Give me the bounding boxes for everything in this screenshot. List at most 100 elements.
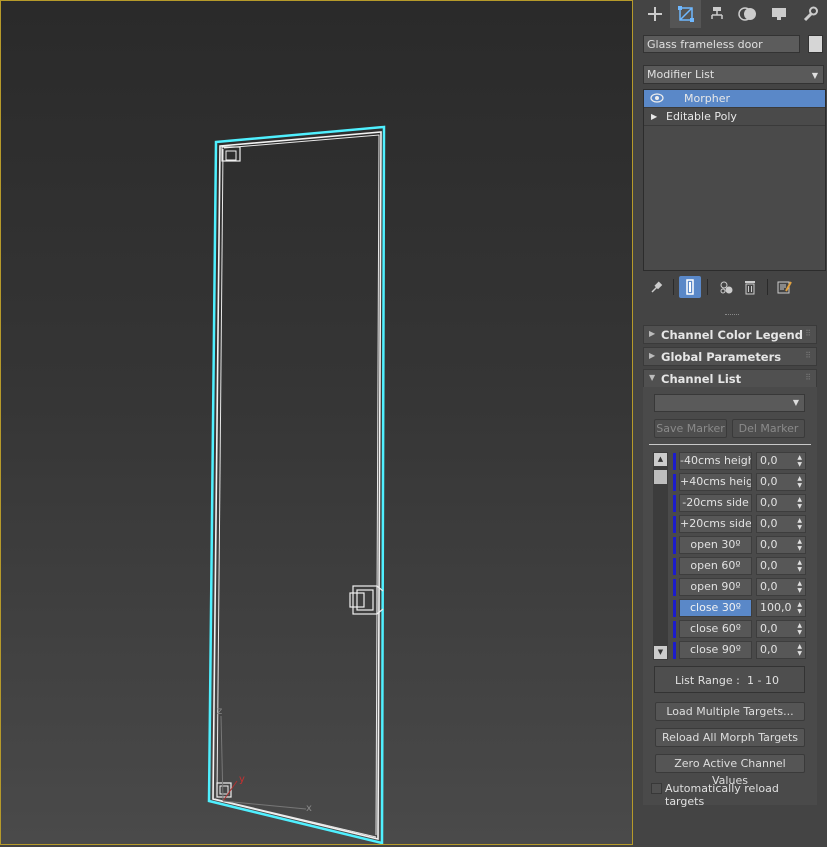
channel-name-button[interactable]: -20cms side [679,494,752,512]
object-color-swatch[interactable] [808,35,823,53]
tab-display[interactable] [763,0,794,28]
configure-modifier-sets-button[interactable] [773,276,795,298]
bottom-hinge [216,782,232,798]
marker-dropdown[interactable]: ▼ [654,394,805,412]
spinner-arrows-icon[interactable]: ▲ ▼ [797,538,802,552]
stack-item-editable-poly[interactable]: ▶ Editable Poly [644,108,825,126]
load-multiple-targets-button[interactable]: Load Multiple Targets... [655,702,805,721]
channel-value: 0,0 [760,454,778,467]
channel-name-button[interactable]: open 30º [679,536,752,554]
channel-color-bar [673,642,676,659]
channel-list-body: ▼ Save Marker Del Marker ▲ ▼ -40cms heig… [643,387,817,808]
collapse-triangle-icon: ▼ [649,373,656,382]
channel-row: open 30º 0,0 ▲ ▼ [673,536,809,554]
channel-row: close 60º 0,0 ▲ ▼ [673,620,809,638]
channel-color-bar [673,495,676,512]
channel-row: +20cms side 0,0 ▲ ▼ [673,515,809,533]
channel-name-button[interactable]: open 90º [679,578,752,596]
channel-row: open 90º 0,0 ▲ ▼ [673,578,809,596]
channel-name-button[interactable]: open 60º [679,557,752,575]
auto-reload-checkbox[interactable] [651,783,662,794]
rollout-channel-color-legend[interactable]: ▶ Channel Color Legend ⠿ [643,325,817,344]
panel-grip[interactable] [725,314,739,318]
channel-color-bar [673,600,676,617]
rollout-channel-list[interactable]: ▼ Channel List ⠿ [643,369,817,388]
object-name-field[interactable]: Glass frameless door [643,35,800,53]
channel-list: ▲ ▼ -40cms height 0,0▲▼ +40cms height 0,… [653,450,809,662]
zero-active-channel-values-button[interactable]: Zero Active Channel Values [655,754,805,787]
channel-value-spinner[interactable]: 0,0 ▲ ▼ [756,578,806,596]
spinner-arrows-icon[interactable]: ▲ ▼ [797,622,802,636]
channel-value: 0,0 [760,475,778,488]
channel-name-button[interactable]: +40cms height [679,473,752,491]
tab-modify[interactable] [670,0,701,28]
expand-triangle-icon[interactable]: ▶ [651,108,657,125]
scroll-down-icon[interactable]: ▼ [654,646,667,659]
x-axis-label: x [306,803,312,814]
channel-scrollbar[interactable]: ▲ ▼ [653,452,668,660]
spinner-arrows-icon[interactable]: ▲ ▼ [797,517,802,531]
expand-triangle-icon: ▶ [649,351,656,360]
channel-name-button[interactable]: -40cms height [679,452,752,470]
spinner-arrows-icon[interactable]: ▲ ▼ [797,643,802,657]
spinner-arrows-icon[interactable]: ▲ ▼ [797,601,802,615]
expand-triangle-icon: ▶ [649,329,656,338]
channel-color-bar [673,453,676,470]
remove-modifier-button[interactable] [739,276,761,298]
tab-create[interactable] [639,0,670,28]
spinner-arrows-icon[interactable]: ▲ ▼ [797,580,802,594]
rollout-global-parameters[interactable]: ▶ Global Parameters ⠿ [643,347,817,366]
channel-name-button[interactable]: close 60º [679,620,752,638]
plus-icon [647,7,662,21]
scroll-up-icon[interactable]: ▲ [654,453,667,466]
channel-value-spinner[interactable]: 0,0 ▲ ▼ [756,494,806,512]
channel-value-spinner[interactable]: 0,0 ▲ ▼ [756,557,806,575]
channel-value-spinner[interactable]: 0,0 ▲ ▼ [756,620,806,638]
channel-value-spinner[interactable]: 100,0 ▲ ▼ [756,599,806,617]
modifier-list-dropdown[interactable]: Modifier List ▼ [643,65,824,84]
channel-value-spinner[interactable]: 0,0 ▲ ▼ [756,536,806,554]
channel-row: close 90º 0,0 ▲ ▼ [673,641,809,659]
make-unique-button[interactable] [715,276,737,298]
eye-icon[interactable] [650,93,664,103]
channel-name-button[interactable]: close 30º [679,599,752,617]
reload-all-morph-targets-button[interactable]: Reload All Morph Targets [655,728,805,747]
divider [649,444,811,445]
channel-name-button[interactable]: +20cms side [679,515,752,533]
spinner-arrows-icon[interactable]: ▲ ▼ [797,559,802,573]
channel-value-spinner[interactable]: 0,0 ▲ ▼ [756,641,806,659]
scroll-thumb[interactable] [654,470,667,484]
tab-utilities[interactable] [794,0,825,28]
channel-value-spinner[interactable]: 0,0 ▲ ▼ [756,473,806,491]
list-range-label: List Range : [675,674,740,687]
channel-value: 0,0 [760,643,778,656]
channel-row-selected: close 30º 100,0 ▲ ▼ [673,599,809,617]
rollout-title: Channel Color Legend [661,328,803,342]
list-range-box: List Range : 1 - 10 [654,666,805,693]
channel-value-spinner[interactable]: 0,0 ▲ ▼ [756,515,806,533]
door-wireframe[interactable]: y x z [1,1,633,845]
channel-value-spinner[interactable]: 0,0 ▲ ▼ [756,452,806,470]
spinner-arrows-icon[interactable]: ▲ ▼ [797,475,802,489]
selection-outline [207,125,386,844]
pin-stack-button[interactable] [645,276,667,298]
modify-icon [677,6,694,22]
channel-color-bar [673,516,676,533]
rollout-title: Channel List [661,372,742,386]
pin-icon [651,281,663,293]
end-result-icon [686,279,694,295]
tab-motion[interactable] [732,0,763,28]
channel-row: -20cms side 0,0 ▲ ▼ [673,494,809,512]
channel-name-button[interactable]: close 90º [679,641,752,659]
spinner-arrows-icon[interactable]: ▲ ▼ [797,496,802,510]
perspective-viewport[interactable]: y x z [0,0,633,845]
channel-color-bar [673,579,676,596]
tab-hierarchy[interactable] [701,0,732,28]
save-marker-button[interactable]: Save Marker [654,419,727,438]
channel-value: 0,0 [760,580,778,593]
spinner-arrows-icon[interactable]: ▲ ▼ [797,454,802,468]
display-icon [771,8,786,20]
del-marker-button[interactable]: Del Marker [732,419,805,438]
show-end-result-button[interactable] [679,276,701,298]
stack-item-morpher[interactable]: Morpher [644,90,825,108]
